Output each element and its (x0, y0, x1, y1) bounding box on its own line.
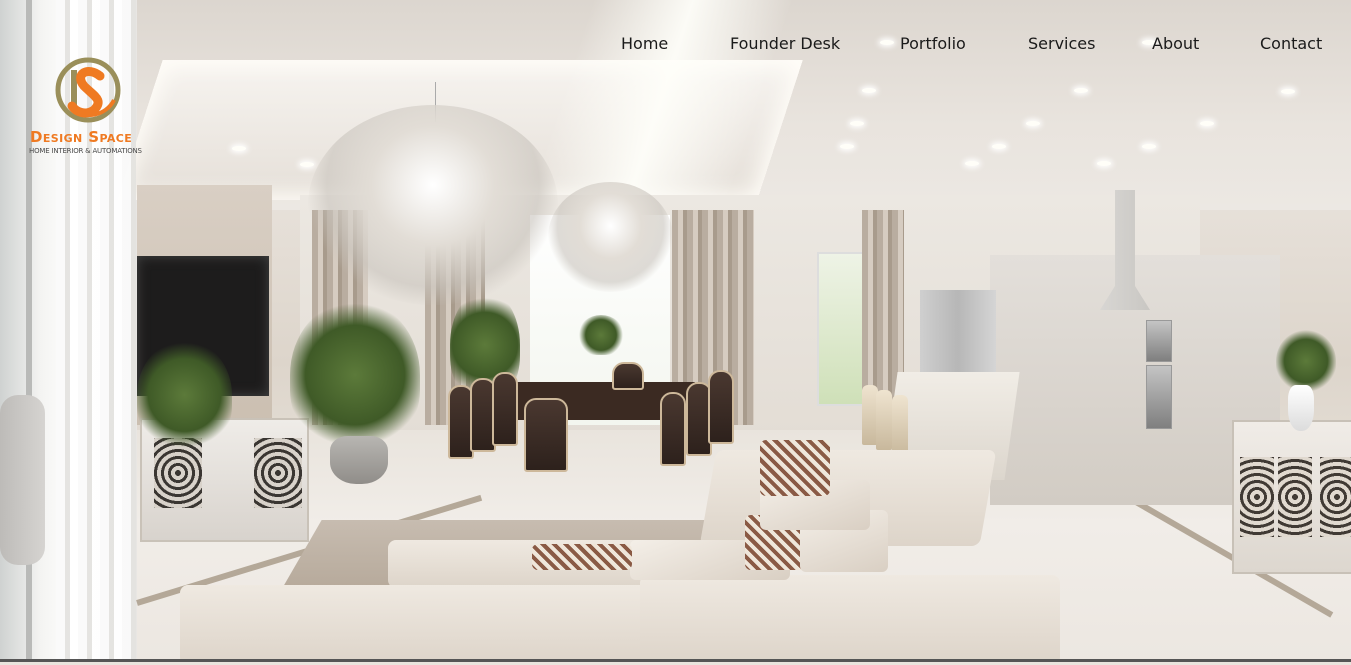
sofa-section (640, 575, 1060, 659)
glass-door (817, 252, 867, 406)
dining-chair (660, 392, 686, 466)
throw-pillow (532, 544, 632, 570)
downlight (1026, 121, 1040, 126)
downlight (992, 144, 1006, 149)
downlight (1142, 144, 1156, 149)
downlight (1281, 89, 1295, 94)
armchair (0, 395, 45, 565)
planter-pot (330, 436, 388, 484)
sideboard (1232, 420, 1351, 574)
main-navigation: Home Founder Desk Portfolio Services Abo… (0, 33, 1351, 57)
hero-image (0, 0, 1351, 662)
crystal-chandelier (308, 105, 558, 305)
brand-name: Design Space (30, 128, 133, 146)
nav-portfolio[interactable]: Portfolio (900, 33, 966, 55)
downlight (1074, 88, 1088, 93)
downlight (1097, 161, 1111, 166)
sofa-section (180, 585, 660, 659)
flower-centerpiece (578, 315, 624, 355)
downlight (300, 162, 314, 167)
downlight (232, 146, 246, 151)
downlight (850, 121, 864, 126)
throw-pillow (760, 440, 830, 496)
bar-stool (876, 390, 892, 450)
nav-founder-desk[interactable]: Founder Desk (730, 33, 840, 55)
downlight (965, 161, 979, 166)
palm-plant (290, 300, 420, 450)
indoor-plant (137, 340, 232, 450)
dining-chair (524, 398, 568, 472)
nav-home[interactable]: Home (621, 33, 668, 55)
oven (1146, 320, 1172, 362)
white-vase (1288, 385, 1314, 431)
crystal-chandelier (548, 182, 673, 292)
flower-vase (1276, 330, 1336, 392)
dining-chair (492, 372, 518, 446)
nav-about[interactable]: About (1152, 33, 1199, 55)
nav-services[interactable]: Services (1028, 33, 1095, 55)
bar-stool (892, 395, 908, 455)
dining-chair (612, 362, 644, 390)
oven (1146, 365, 1172, 429)
downlight (840, 144, 854, 149)
brand-logo[interactable]: Design Space HOME INTERIOR & AUTOMATIONS (28, 54, 154, 158)
downlight (1200, 121, 1214, 126)
ds-monogram-logo-icon (55, 57, 121, 123)
brand-tagline: HOME INTERIOR & AUTOMATIONS (29, 147, 142, 155)
dining-chair (708, 370, 734, 444)
downlight (862, 88, 876, 93)
nav-contact[interactable]: Contact (1260, 33, 1322, 55)
